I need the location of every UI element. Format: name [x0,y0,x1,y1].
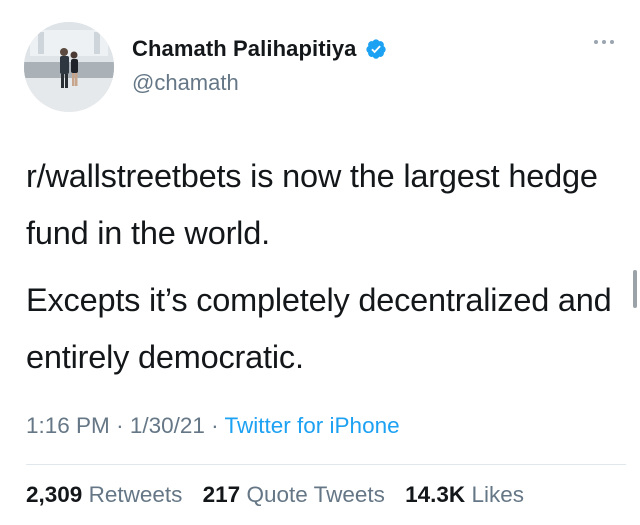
verified-badge-icon [365,39,386,59]
author-handle[interactable]: @chamath [132,70,239,96]
likes-count: 14.3K [405,482,466,507]
scrollbar-thumb[interactable] [633,270,637,308]
tweet-text: r/wallstreetbets is now the largest hedg… [26,148,626,386]
dot [602,40,606,44]
quote-tweets-label: Quote Tweets [246,482,385,507]
avatar[interactable] [24,22,114,112]
dot [594,40,598,44]
author-display-name[interactable]: Chamath Palihapitiya [132,36,357,62]
retweets-stat[interactable]: 2,309 Retweets [26,482,196,507]
quote-tweets-stat[interactable]: 217 Quote Tweets [203,482,399,507]
engagement-stats: 2,309 Retweets 217 Quote Tweets 14.3K Li… [26,482,538,508]
dot [610,40,614,44]
more-options-icon[interactable] [594,40,614,44]
author-name-row: Chamath Palihapitiya [132,36,387,62]
likes-stat[interactable]: 14.3K Likes [405,482,538,507]
profile-photo [24,22,114,112]
quote-tweets-count: 217 [202,482,241,507]
meta-separator: · [116,413,124,438]
retweets-label: Retweets [88,482,183,507]
tweet-time[interactable]: 1:16 PM [26,413,110,438]
tweet-paragraph: Excepts it’s completely decentralized an… [26,282,612,375]
meta-separator: · [211,413,219,438]
tweet-source-link[interactable]: Twitter for iPhone [225,413,400,438]
tweet-paragraph: r/wallstreetbets is now the largest hedg… [26,158,598,251]
likes-label: Likes [471,482,524,507]
tweet-meta: 1:16 PM · 1/30/21 · Twitter for iPhone [26,413,400,439]
tweet-date[interactable]: 1/30/21 [130,413,205,438]
divider [26,464,626,465]
retweets-count: 2,309 [26,482,83,507]
